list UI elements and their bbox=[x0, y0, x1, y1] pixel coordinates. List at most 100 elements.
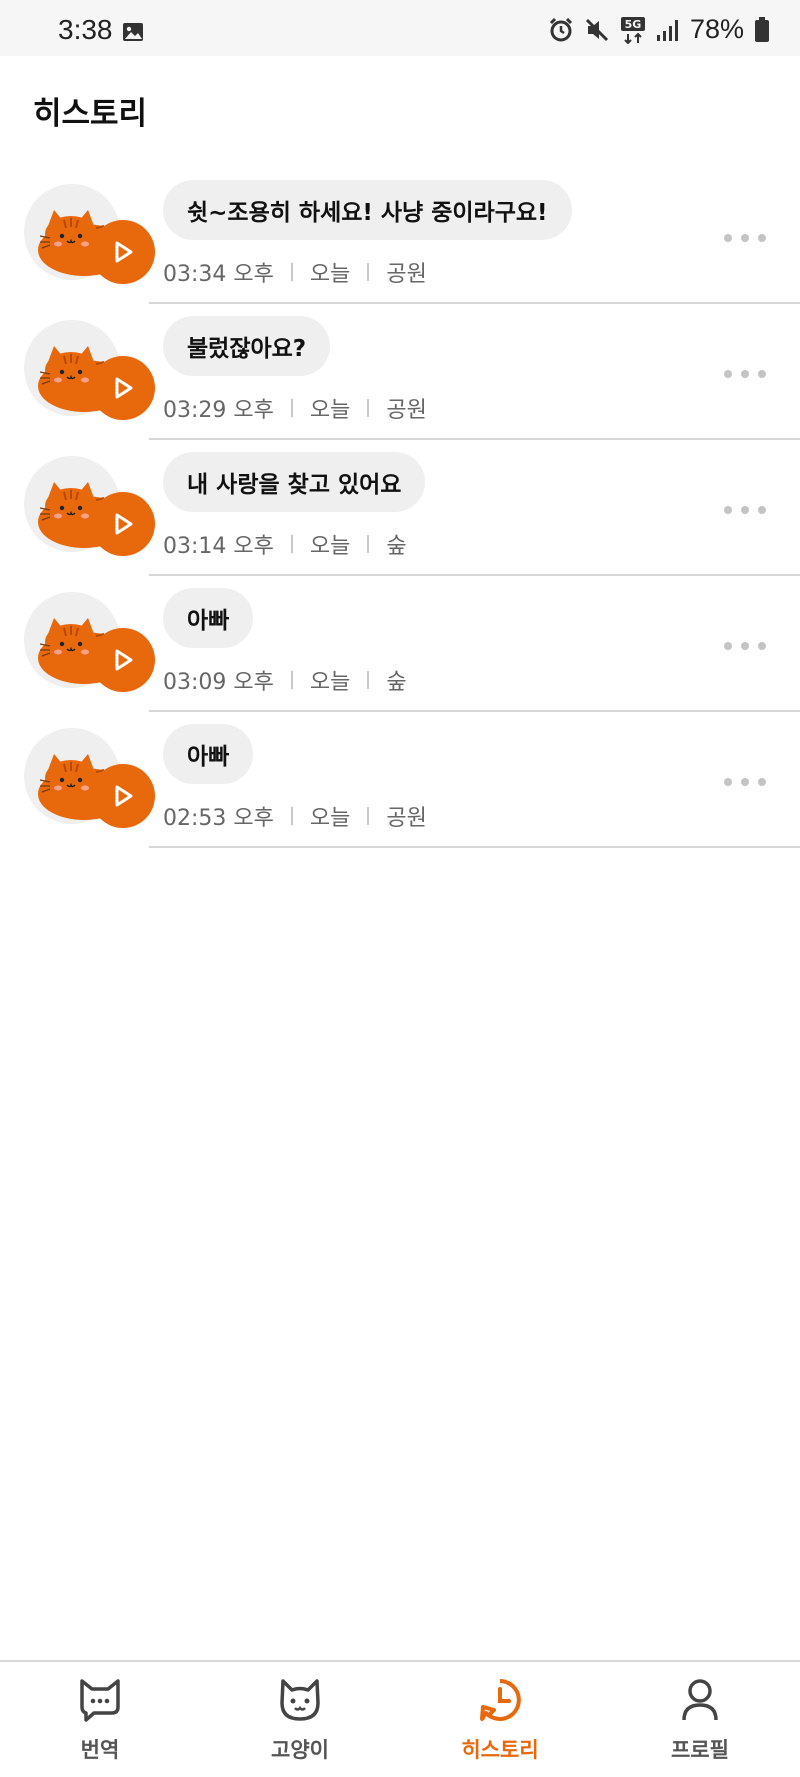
message-place: 숲 bbox=[386, 534, 407, 559]
play-button[interactable] bbox=[91, 764, 155, 828]
nav-item-cat[interactable]: 고양이 bbox=[200, 1662, 400, 1777]
cat-avatar bbox=[24, 728, 155, 838]
message-time: 03:34 오후 bbox=[163, 262, 274, 287]
cat-avatar bbox=[24, 320, 155, 430]
nav-label-history: 히스토리 bbox=[461, 1738, 539, 1762]
more-dot bbox=[724, 778, 732, 786]
alarm-icon bbox=[549, 17, 573, 41]
message-text: 아빠 bbox=[187, 608, 230, 634]
more-dot bbox=[741, 778, 749, 786]
message-time: 03:09 오후 bbox=[163, 670, 274, 695]
more-dot bbox=[758, 506, 766, 514]
message-place: 숲 bbox=[386, 670, 407, 695]
message-place: 공원 bbox=[386, 398, 427, 423]
message-meta: 03:14 오후 오늘 숲 bbox=[163, 528, 407, 560]
page-title: 히스토리 bbox=[33, 96, 148, 132]
more-dot bbox=[724, 234, 732, 242]
nav-label-cat: 고양이 bbox=[271, 1738, 329, 1762]
nav-item-translate[interactable]: 번역 bbox=[0, 1662, 200, 1777]
nav-item-history[interactable]: 히스토리 bbox=[400, 1662, 600, 1777]
row-divider bbox=[149, 846, 800, 848]
message-place: 공원 bbox=[386, 262, 427, 287]
message-time: 02:53 오후 bbox=[163, 806, 274, 831]
history-item[interactable]: 쉿~조용히 하세요! 사냥 중이라구요! 03:34 오후 오늘 공원 bbox=[0, 168, 800, 304]
history-list: 쉿~조용히 하세요! 사냥 중이라구요! 03:34 오후 오늘 공원 불렀잖아… bbox=[0, 168, 800, 848]
more-dot bbox=[741, 234, 749, 242]
more-options-button[interactable] bbox=[724, 774, 766, 790]
more-options-button[interactable] bbox=[724, 230, 766, 246]
message-text: 불렀잖아요? bbox=[187, 336, 307, 362]
image-icon bbox=[123, 23, 143, 41]
more-dot bbox=[724, 506, 732, 514]
play-button[interactable] bbox=[91, 628, 155, 692]
message-meta: 03:34 오후 오늘 공원 bbox=[163, 256, 427, 288]
nav-item-profile[interactable]: 프로필 bbox=[600, 1662, 800, 1777]
cat-avatar bbox=[24, 184, 155, 294]
message-text: 아빠 bbox=[187, 744, 230, 770]
message-day: 오늘 bbox=[309, 670, 351, 695]
message-bubble: 아빠 bbox=[163, 588, 254, 648]
history-item[interactable]: 아빠 02:53 오후 오늘 공원 bbox=[0, 712, 800, 848]
cat-avatar bbox=[24, 592, 155, 702]
message-meta: 02:53 오후 오늘 공원 bbox=[163, 800, 427, 832]
more-options-button[interactable] bbox=[724, 366, 766, 382]
svg-text:5G: 5G bbox=[625, 18, 642, 31]
message-place: 공원 bbox=[386, 806, 427, 831]
nav-label-profile: 프로필 bbox=[671, 1738, 729, 1762]
person-icon bbox=[676, 1676, 724, 1724]
more-dot bbox=[741, 642, 749, 650]
5g-icon: 5G bbox=[620, 16, 645, 44]
message-text: 쉿~조용히 하세요! 사냥 중이라구요! bbox=[187, 200, 548, 226]
meta-separator bbox=[367, 535, 370, 553]
message-time: 03:29 오후 bbox=[163, 398, 274, 423]
more-dot bbox=[741, 370, 749, 378]
play-icon bbox=[115, 241, 133, 263]
play-icon bbox=[115, 513, 133, 535]
more-dot bbox=[741, 506, 749, 514]
more-dot bbox=[758, 778, 766, 786]
meta-separator bbox=[367, 399, 370, 417]
meta-separator bbox=[290, 807, 293, 825]
meta-separator bbox=[367, 263, 370, 281]
more-dot bbox=[758, 642, 766, 650]
message-text: 내 사랑을 찾고 있어요 bbox=[187, 472, 402, 498]
status-time: 3:38 bbox=[58, 14, 113, 45]
play-icon bbox=[115, 377, 133, 399]
status-icons: 5G 78% bbox=[548, 14, 770, 45]
more-options-button[interactable] bbox=[724, 502, 766, 518]
meta-separator bbox=[290, 399, 293, 417]
message-meta: 03:09 오후 오늘 숲 bbox=[163, 664, 407, 696]
message-bubble: 불렀잖아요? bbox=[163, 316, 331, 376]
cat-face-icon bbox=[276, 1676, 324, 1724]
meta-separator bbox=[367, 807, 370, 825]
more-dot bbox=[758, 234, 766, 242]
message-day: 오늘 bbox=[309, 398, 351, 423]
message-bubble: 내 사랑을 찾고 있어요 bbox=[163, 452, 426, 512]
history-item[interactable]: 불렀잖아요? 03:29 오후 오늘 공원 bbox=[0, 304, 800, 440]
mute-icon bbox=[585, 18, 609, 41]
history-item[interactable]: 아빠 03:09 오후 오늘 숲 bbox=[0, 576, 800, 712]
nav-label-translate: 번역 bbox=[80, 1738, 120, 1762]
message-meta: 03:29 오후 오늘 공원 bbox=[163, 392, 427, 424]
message-time: 03:14 오후 bbox=[163, 534, 274, 559]
meta-separator bbox=[290, 671, 293, 689]
message-day: 오늘 bbox=[309, 262, 351, 287]
meta-separator bbox=[367, 671, 370, 689]
more-dot bbox=[758, 370, 766, 378]
more-dot bbox=[724, 642, 732, 650]
battery-icon bbox=[755, 16, 769, 42]
clock-icon bbox=[476, 1676, 524, 1724]
play-button[interactable] bbox=[91, 220, 155, 284]
message-day: 오늘 bbox=[309, 806, 351, 831]
meta-separator bbox=[290, 263, 293, 281]
play-button[interactable] bbox=[91, 492, 155, 556]
play-button[interactable] bbox=[91, 356, 155, 420]
message-bubble: 아빠 bbox=[163, 724, 254, 784]
history-item[interactable]: 내 사랑을 찾고 있어요 03:14 오후 오늘 숲 bbox=[0, 440, 800, 576]
meta-separator bbox=[290, 535, 293, 553]
message-bubble: 쉿~조용히 하세요! 사냥 중이라구요! bbox=[163, 180, 572, 240]
cat-avatar bbox=[24, 456, 155, 566]
bottom-nav: 번역 고양이 히스토리 프로필 bbox=[0, 1660, 800, 1777]
more-dot bbox=[724, 370, 732, 378]
more-options-button[interactable] bbox=[724, 638, 766, 654]
